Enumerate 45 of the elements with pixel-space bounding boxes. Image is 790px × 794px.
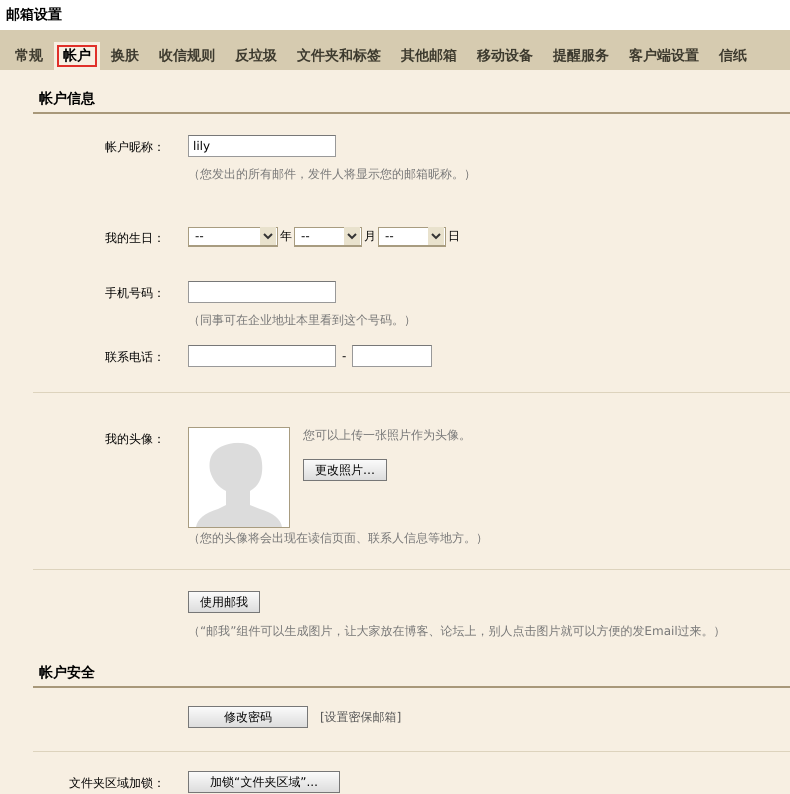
- mobile-field[interactable]: [188, 281, 336, 303]
- tab[interactable]: 提醒服务: [544, 42, 618, 70]
- tab[interactable]: 客户端设置: [620, 42, 708, 70]
- avatar-placeholder-icon: [188, 427, 290, 528]
- section-heading: 帐户信息: [39, 91, 95, 107]
- field-label: 帐户昵称：: [104, 139, 165, 156]
- field-label: 我的生日：: [104, 230, 165, 247]
- separator-text: -: [342, 349, 346, 363]
- tab[interactable]: 信纸: [710, 42, 756, 70]
- hint-text: （同事可在企业地址本里看到这个号码。）: [188, 312, 416, 329]
- change-password-button[interactable]: 修改密码: [188, 706, 308, 728]
- avatar-note: 您可以上传一张照片作为头像。: [303, 427, 471, 444]
- section-heading: 帐户安全: [39, 665, 95, 681]
- caret-icon: [260, 227, 276, 245]
- field-label: 联系电话：: [104, 349, 165, 366]
- page-title: 邮箱设置: [6, 6, 62, 24]
- extension-field[interactable]: [352, 345, 432, 367]
- security-email-link[interactable]: [设置密保邮箱]: [320, 708, 402, 726]
- nickname-field[interactable]: lily: [188, 135, 336, 157]
- tab[interactable]: 其他邮箱: [392, 42, 466, 70]
- field-label: 文件夹区域加锁：: [68, 775, 165, 792]
- change-photo-button[interactable]: 更改照片…: [303, 459, 387, 481]
- tab[interactable]: 移动设备: [468, 42, 542, 70]
- tab[interactable]: 换肤: [102, 42, 148, 70]
- unit-label: 日: [448, 228, 460, 245]
- tab[interactable]: 常规: [6, 42, 52, 70]
- tab[interactable]: 帐户: [54, 42, 100, 70]
- hint-text: （您的头像将会出现在读信页面、联系人信息等地方。）: [188, 530, 488, 547]
- phone-field[interactable]: [188, 345, 336, 367]
- hint-text: （“邮我”组件可以生成图片，让大家放在博客、论坛上，别人点击图片就可以方便的发Email过来。）: [188, 623, 726, 640]
- use-mailme-button[interactable]: 使用邮我: [188, 591, 260, 613]
- caret-icon: [428, 227, 444, 245]
- select-field[interactable]: --: [294, 226, 362, 246]
- caret-icon: [344, 227, 360, 245]
- field-label: 我的头像：: [104, 431, 165, 448]
- field-label: 手机号码：: [104, 285, 165, 302]
- tab[interactable]: 文件夹和标签: [288, 42, 390, 70]
- lock-folder-button[interactable]: 加锁“文件夹区域”...: [188, 771, 340, 793]
- unit-label: 月: [364, 228, 376, 245]
- tab[interactable]: 收信规则: [150, 42, 224, 70]
- tab[interactable]: 反垃圾: [226, 42, 286, 70]
- unit-label: 年: [280, 228, 292, 245]
- hint-text: （您发出的所有邮件，发件人将显示您的邮箱昵称。）: [188, 166, 476, 183]
- select-field[interactable]: --: [188, 226, 278, 246]
- select-field[interactable]: --: [378, 226, 446, 246]
